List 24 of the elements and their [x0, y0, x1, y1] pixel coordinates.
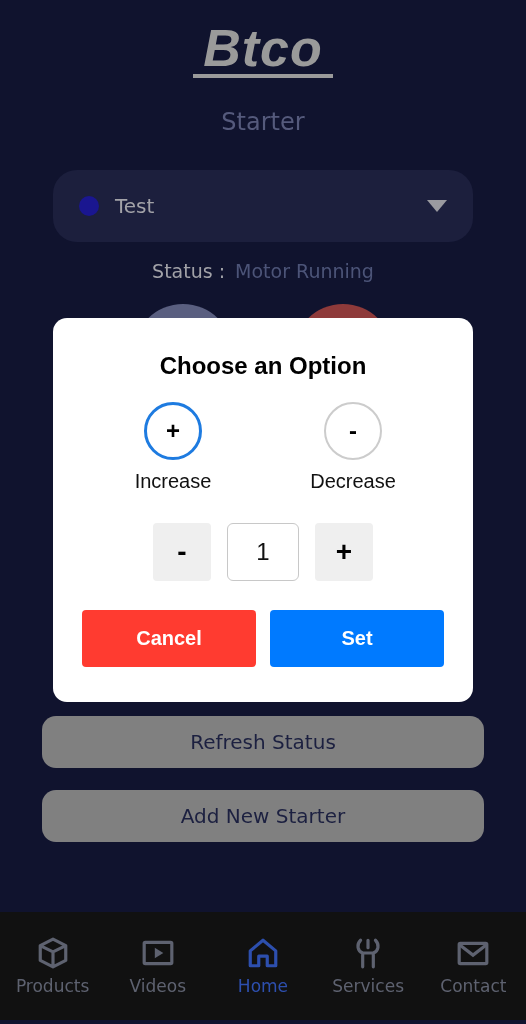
- quantity-field[interactable]: 1: [227, 523, 299, 581]
- option-radio[interactable]: -: [324, 402, 382, 460]
- nav-tab[interactable]: Home: [237, 976, 289, 996]
- dialog-title: Choose an Option: [159, 352, 367, 380]
- action-button[interactable]: Refresh Status: [42, 716, 484, 768]
- status-dot-icon: [79, 196, 99, 216]
- caret-icon: [427, 200, 447, 212]
- action-button[interactable]: Add New Starter: [42, 790, 484, 842]
- nav-tab[interactable]: Contact: [440, 976, 507, 996]
- nav-tab[interactable]: Services: [332, 976, 404, 996]
- increment-button[interactable]: +: [315, 523, 373, 581]
- logo: Btco: [193, 22, 333, 78]
- starter-dropdown[interactable]: Test: [53, 170, 473, 242]
- cancel-button[interactable]: Cancel: [82, 610, 256, 667]
- page-title: Starter: [221, 108, 305, 136]
- nav-tab[interactable]: Videos: [129, 976, 187, 996]
- option-label: Increase: [134, 470, 212, 493]
- set-button[interactable]: Set: [270, 610, 444, 667]
- option-label: Decrease: [310, 470, 396, 493]
- status-label: Status :: [152, 260, 226, 282]
- decrement-button[interactable]: -: [153, 523, 211, 581]
- nav-tab[interactable]: Products: [15, 976, 90, 996]
- option-radio[interactable]: +: [144, 402, 202, 460]
- status-value: Motor Running: [235, 260, 374, 282]
